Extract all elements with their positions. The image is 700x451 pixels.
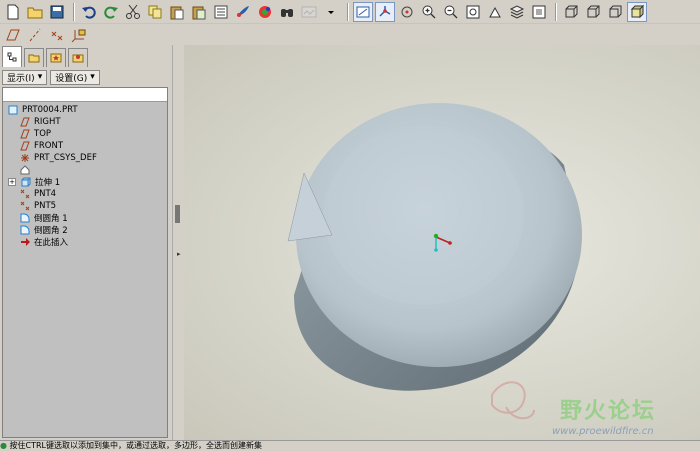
forum-logo [491, 381, 535, 420]
navigator-tabs [0, 45, 172, 67]
model-tree-tab[interactable] [2, 46, 22, 67]
tree-item-extrude[interactable]: + 拉伸 1 [8, 176, 60, 188]
new-file-icon[interactable] [3, 2, 23, 22]
favorites-tab[interactable] [46, 48, 66, 67]
round-icon [19, 225, 30, 236]
tree-item-insert-here[interactable]: 在此插入 [19, 236, 68, 248]
disabled-tool-icon[interactable] [299, 2, 319, 22]
datum-display-icon[interactable] [375, 1, 395, 22]
repaint-icon[interactable] [233, 2, 253, 22]
tree-item-top[interactable]: TOP [19, 128, 51, 140]
datum-point-icon [19, 201, 30, 212]
datum-plane-icon [19, 117, 30, 128]
watermark-url: www.proewildfire.cn [552, 426, 654, 437]
tree-item-revolve[interactable] [19, 164, 34, 176]
tree-item-label: 在此插入 [34, 238, 69, 248]
model-tree-icon[interactable] [255, 2, 275, 22]
tree-item-round-1[interactable]: 倒圆角 1 [19, 212, 68, 224]
datum-axis-toggle-icon[interactable] [25, 25, 45, 45]
dropdown-arrow-icon[interactable] [321, 2, 341, 22]
tree-item-label: PRT0004.PRT [22, 105, 78, 115]
tree-item-part[interactable]: PRT0004.PRT [7, 104, 78, 116]
model-rendering [287, 103, 582, 420]
status-bar: ● 按住CTRL键选取以添加到集中，或通过选取，多边形，全选而创建新集 [0, 440, 700, 451]
paste-special-icon[interactable] [189, 2, 209, 22]
tree-menu-row: 显示(I) ▾ 设置(G) ▾ [0, 69, 172, 85]
refit-icon[interactable] [463, 2, 483, 22]
tree-item-label: 倒圆角 2 [34, 226, 68, 236]
tree-item-label: RIGHT [34, 117, 61, 127]
top-face-highlight [324, 125, 524, 305]
model-tree: PRT0004.PRT RIGHT TOP FRONT PRT_CSYS_DEF… [2, 87, 168, 438]
chevron-down-icon: ▾ [37, 72, 43, 82]
revolve-feature-icon [19, 165, 30, 176]
extrude-icon [20, 177, 31, 188]
zoom-in-icon[interactable] [419, 2, 439, 22]
find-icon[interactable] [277, 2, 297, 22]
tree-item-label: TOP [34, 129, 52, 139]
tree-item-label: FRONT [34, 141, 64, 151]
show-menu-label: 显示(I) [7, 73, 35, 84]
hidden-line-icon[interactable] [583, 2, 603, 22]
expand-toggle-icon[interactable]: + [8, 178, 16, 186]
chevron-down-icon: ▾ [90, 72, 95, 82]
layers-icon[interactable] [507, 2, 527, 22]
spin-center-icon[interactable] [397, 2, 417, 22]
navigator-panel: 显示(I) ▾ 设置(G) ▾ PRT0004.PRT RIGHT TOP FR… [0, 45, 172, 440]
zoom-out-icon[interactable] [441, 2, 461, 22]
main-toolbar [0, 0, 700, 24]
cut-icon[interactable] [123, 2, 143, 22]
round-icon [19, 213, 30, 224]
status-message: 按住CTRL键选取以添加到集中，或通过选取，多边形，全选而创建新集 [9, 441, 263, 450]
coord-sys-toggle-icon[interactable] [69, 25, 89, 45]
saved-view-icon[interactable] [353, 1, 373, 22]
tree-item-right[interactable]: RIGHT [19, 116, 61, 128]
toolbar-separator [73, 2, 75, 21]
coordinate-system-icon [19, 153, 30, 164]
watermark-title: 野火论坛 [560, 399, 657, 424]
show-menu-button[interactable]: 显示(I) ▾ [2, 69, 48, 85]
settings-menu-button[interactable]: 设置(G) ▾ [50, 69, 100, 85]
wireframe-icon[interactable] [561, 2, 581, 22]
tree-item-label: 拉伸 1 [35, 178, 61, 188]
datum-plane-icon [19, 129, 30, 140]
undo-icon[interactable] [79, 2, 99, 22]
redo-icon[interactable] [101, 2, 121, 22]
datum-point-toggle-icon[interactable] [47, 25, 67, 45]
no-hidden-icon[interactable] [605, 2, 625, 22]
datum-point-icon [19, 189, 30, 200]
copy-icon[interactable] [145, 2, 165, 22]
part-icon [7, 105, 18, 116]
tree-item-csys[interactable]: PRT_CSYS_DEF [19, 152, 97, 164]
orient-icon[interactable] [485, 2, 505, 22]
insert-here-arrow-icon [19, 237, 30, 248]
collapse-arrow-icon[interactable]: ▸ [177, 250, 181, 258]
tree-item-front[interactable]: FRONT [19, 140, 63, 152]
tree-header-bar [3, 88, 167, 102]
save-icon[interactable] [47, 2, 67, 22]
datum-plane-toggle-icon[interactable] [3, 25, 23, 45]
folder-browser-tab[interactable] [24, 48, 44, 67]
splitter-grip[interactable] [175, 205, 180, 223]
status-icon: ● [0, 441, 7, 450]
tree-item-label: 倒圆角 1 [34, 214, 68, 224]
connections-tab[interactable] [68, 48, 88, 67]
tree-item-label: PRT_CSYS_DEF [34, 153, 97, 163]
paste-icon[interactable] [167, 2, 187, 22]
view-orient-icon[interactable] [529, 2, 549, 22]
shading-icon[interactable] [627, 1, 647, 22]
tree-item-pnt5[interactable]: PNT5 [19, 200, 56, 212]
toolbar-separator [347, 2, 349, 21]
settings-menu-label: 设置(G) [55, 73, 88, 84]
datum-toolbar [0, 24, 172, 45]
datum-plane-icon [19, 141, 30, 152]
graphics-window[interactable] [184, 45, 700, 440]
open-folder-icon[interactable] [25, 2, 45, 22]
tree-item-pnt4[interactable]: PNT4 [19, 188, 56, 200]
regenerate-icon[interactable] [211, 2, 231, 22]
tree-item-label: PNT5 [34, 201, 57, 211]
toolbar-separator [555, 2, 557, 21]
tree-item-round-2[interactable]: 倒圆角 2 [19, 224, 68, 236]
tree-item-label: PNT4 [34, 189, 57, 199]
